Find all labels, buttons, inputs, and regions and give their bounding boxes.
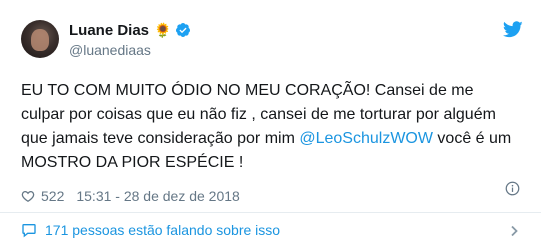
display-name[interactable]: Luane Dias xyxy=(69,22,149,39)
embedded-tweet: Luane Dias 🌻 @luanediaas EU TO COM MUITO… xyxy=(0,0,541,246)
divider xyxy=(0,212,541,213)
chevron-right-icon[interactable] xyxy=(508,224,520,237)
avatar[interactable] xyxy=(21,20,59,58)
chat-bubble-icon xyxy=(21,222,37,238)
heart-icon[interactable] xyxy=(21,189,35,203)
sunflower-emoji: 🌻 xyxy=(154,22,172,38)
tweet-text: EU TO COM MUITO ÓDIO NO MEU CORAÇÃO! Can… xyxy=(21,79,521,175)
author-info: Luane Dias 🌻 @luanediaas xyxy=(69,20,191,58)
conversation-label[interactable]: 171 pessoas estão falando sobre isso xyxy=(45,222,280,238)
tweet-header: Luane Dias 🌻 @luanediaas xyxy=(21,16,520,62)
name-row: Luane Dias 🌻 xyxy=(69,20,191,40)
verified-badge-icon xyxy=(175,22,191,38)
timestamp[interactable]: 15:31 - 28 de dez de 2018 xyxy=(76,188,239,204)
tweet-meta: 522 15:31 - 28 de dez de 2018 xyxy=(21,187,520,205)
like-count[interactable]: 522 xyxy=(41,188,64,204)
mention-link[interactable]: @LeoSchulzWOW xyxy=(299,130,433,147)
user-handle[interactable]: @luanediaas xyxy=(69,42,191,58)
conversation-link[interactable]: 171 pessoas estão falando sobre isso xyxy=(21,222,280,238)
info-icon[interactable] xyxy=(505,181,520,196)
twitter-bird-icon[interactable] xyxy=(502,21,523,38)
